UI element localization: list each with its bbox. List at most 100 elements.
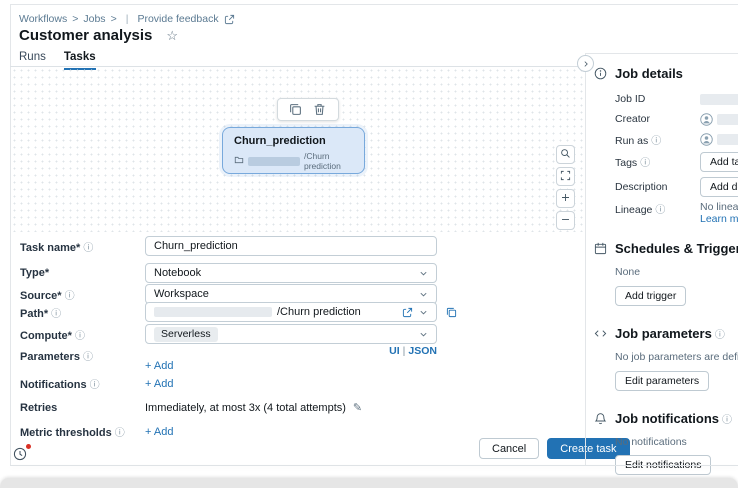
open-path-external-icon[interactable] (402, 307, 413, 318)
chevron-down-icon (419, 290, 428, 299)
add-notifications-link[interactable]: + Add (145, 378, 173, 390)
cancel-button[interactable]: Cancel (479, 438, 539, 459)
job-id-row: Job ID (615, 91, 738, 107)
collapse-panel-button[interactable] (577, 55, 594, 72)
task-node-path-suffix: /Churn prediction (304, 151, 353, 171)
canvas-controls (556, 145, 575, 230)
provide-feedback-link[interactable]: Provide feedback (137, 13, 218, 25)
type-label: Type* (20, 267, 49, 279)
run-as-row: Run asⓘ (615, 131, 738, 147)
add-tag-button[interactable]: Add tag (700, 152, 738, 172)
calendar-icon (594, 242, 608, 256)
type-select[interactable]: Notebook (145, 263, 437, 283)
notification-dot (26, 444, 31, 449)
info-icon[interactable]: ⓘ (75, 331, 85, 342)
task-node-title: Churn_prediction (234, 135, 353, 147)
info-icon[interactable]: ⓘ (115, 428, 125, 439)
delete-task-icon[interactable] (313, 103, 327, 117)
description-label: Description (615, 181, 700, 193)
canvas-search-button[interactable] (556, 145, 575, 164)
parameters-json-toggle[interactable]: JSON (408, 345, 437, 357)
edit-retries-icon[interactable]: ✎ (353, 401, 362, 414)
path-input[interactable]: /Churn prediction (145, 302, 437, 322)
task-graph-canvas[interactable]: Churn_prediction /Churn prediction (11, 67, 584, 232)
form-row-type: Type* Notebook (20, 263, 437, 283)
version-history-button[interactable] (12, 446, 30, 464)
form-row-source: Source*ⓘ Workspace (20, 284, 437, 304)
creator-label: Creator (615, 113, 700, 125)
favorite-star-icon[interactable]: ☆ (166, 28, 178, 44)
edit-parameters-button[interactable]: Edit parameters (615, 371, 709, 391)
form-row-task-name: Task name*ⓘ (20, 236, 437, 256)
job-details-title: Job details (615, 66, 738, 81)
breadcrumb-workflows[interactable]: Workflows (19, 13, 67, 25)
panel-divider (585, 53, 586, 465)
info-icon[interactable]: ⓘ (65, 291, 75, 302)
page-title: Customer analysis (19, 27, 152, 44)
canvas-fit-button[interactable] (556, 167, 575, 186)
add-parameters-link[interactable]: + Add (145, 360, 437, 372)
notifications-label: Notifications (20, 379, 87, 391)
job-notifications-section: Job notificationsⓘ No notifications Edit… (594, 411, 738, 488)
info-icon[interactable]: ⓘ (640, 158, 650, 169)
clone-task-icon[interactable] (289, 103, 303, 117)
info-icon[interactable]: ⓘ (51, 309, 61, 320)
form-row-compute: Compute*ⓘ Serverless (20, 324, 437, 344)
canvas-zoom-in-button[interactable] (556, 189, 575, 208)
node-toolbar (277, 98, 339, 121)
add-metric-thresholds-link[interactable]: + Add (145, 426, 173, 438)
breadcrumb-separator: > (111, 13, 117, 25)
info-icon[interactable]: ⓘ (722, 415, 732, 426)
info-icon[interactable]: ⓘ (715, 330, 725, 341)
code-icon (594, 327, 608, 341)
info-icon[interactable]: ⓘ (90, 380, 100, 391)
info-circle-icon (594, 67, 608, 81)
source-select[interactable]: Workspace (145, 284, 437, 304)
toggle-divider: | (403, 345, 406, 357)
add-trigger-button[interactable]: Add trigger (615, 286, 686, 306)
canvas-zoom-out-button[interactable] (556, 211, 575, 230)
info-icon[interactable]: ⓘ (651, 136, 661, 147)
learn-more-link[interactable]: Learn more (700, 213, 738, 225)
plus-icon (560, 190, 571, 208)
copy-path-icon[interactable] (446, 307, 457, 318)
external-link-icon (224, 14, 235, 25)
lineage-row: Lineageⓘ No lineage information Learn mo… (615, 201, 738, 225)
info-icon[interactable]: ⓘ (83, 352, 93, 363)
task-name-input[interactable] (145, 236, 437, 256)
tags-label: Tags (615, 157, 637, 169)
bell-icon (594, 412, 608, 426)
minus-icon (560, 212, 571, 230)
schedules-title: Schedules & Triggers (615, 241, 738, 256)
avatar-icon (700, 133, 713, 146)
run-as-label: Run as (615, 135, 648, 147)
metric-thresholds-label: Metric thresholds (20, 427, 112, 439)
schedules-empty-text: None (615, 266, 738, 278)
info-icon[interactable]: ⓘ (655, 205, 665, 216)
redacted-job-id (700, 94, 738, 105)
folder-icon (234, 155, 244, 167)
avatar-icon (700, 113, 713, 126)
compute-value-tag: Serverless (154, 327, 218, 342)
parameters-ui-toggle[interactable]: UI (389, 345, 400, 357)
compute-select[interactable]: Serverless (145, 324, 437, 344)
redacted-path-prefix (154, 307, 272, 317)
info-icon[interactable]: ⓘ (83, 243, 93, 254)
chevron-right-icon (582, 55, 590, 73)
type-value: Notebook (154, 267, 201, 279)
parameters-label: Parameters (20, 351, 80, 363)
chevron-down-icon[interactable] (419, 308, 428, 317)
form-row-path: Path*ⓘ /Churn prediction (20, 302, 457, 322)
notifications-empty-text: No notifications (615, 436, 738, 448)
add-description-button[interactable]: Add description (700, 177, 738, 197)
fit-view-icon (560, 168, 571, 186)
task-name-label: Task name* (20, 242, 80, 254)
breadcrumb-jobs[interactable]: Jobs (83, 13, 105, 25)
chevron-down-icon (419, 330, 428, 339)
side-panel: Job details Job ID Creator Run asⓘ Tagsⓘ… (594, 53, 738, 488)
job-details-section: Job details Job ID Creator Run asⓘ Tagsⓘ… (594, 66, 738, 225)
task-node-churn-prediction[interactable]: Churn_prediction /Churn prediction (222, 127, 365, 174)
retries-label: Retries (20, 402, 57, 414)
page-bottom-band (0, 478, 738, 488)
form-row-metric-thresholds: Metric thresholdsⓘ + Add (20, 424, 173, 439)
